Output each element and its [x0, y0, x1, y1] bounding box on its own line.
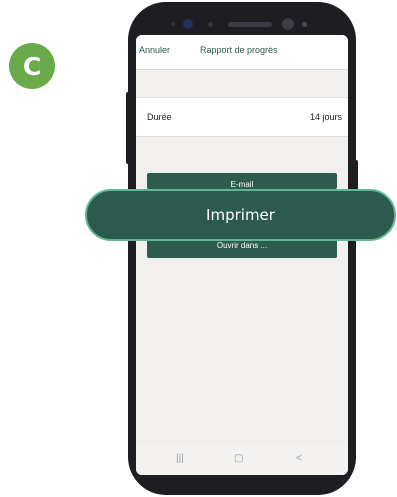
duration-label: Durée [147, 112, 172, 122]
front-camera-icon [282, 18, 294, 30]
sensor-dot [171, 22, 175, 26]
cancel-button[interactable]: Annuler [139, 45, 170, 55]
back-icon[interactable]: < [296, 453, 302, 464]
recents-icon[interactable]: ||| [176, 453, 184, 464]
duration-value: 14 jours [309, 112, 342, 122]
step-badge: C [9, 43, 55, 89]
print-button[interactable]: Imprimer [85, 189, 396, 241]
navigation-bar: Annuler Rapport de progrès [136, 35, 348, 70]
home-icon[interactable]: ▢ [234, 453, 243, 464]
phone-top-bezel [128, 2, 356, 34]
sensor-dot [208, 22, 213, 27]
system-navigation-bar: ||| ▢ < [136, 445, 348, 475]
sensor-dot [302, 22, 307, 27]
earpiece-speaker [228, 22, 272, 27]
phone-screen: Annuler Rapport de progrès Durée 14 jour… [136, 35, 348, 475]
front-camera-icon [183, 19, 193, 29]
page-title: Rapport de progrès [200, 45, 278, 55]
email-button[interactable]: E-mail [147, 173, 337, 189]
open-in-button[interactable]: Ouvrir dans ... [147, 240, 337, 258]
duration-row[interactable]: Durée 14 jours [136, 97, 348, 137]
